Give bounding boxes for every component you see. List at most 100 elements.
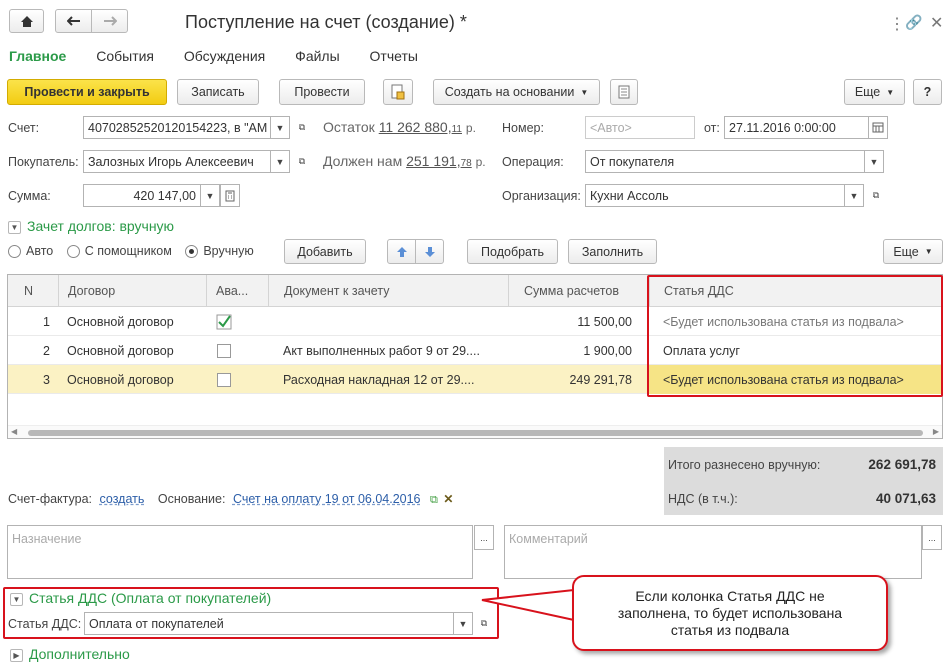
buyer-dropdown-button[interactable]: ▼ <box>270 150 290 173</box>
arrow-up-icon <box>396 246 407 257</box>
balance-value: 11 262 880,11 <box>378 119 462 135</box>
post-button[interactable]: Провести <box>279 79 365 105</box>
account-field[interactable]: 40702852520120154223, в "АМ <box>83 116 271 139</box>
tab-main[interactable]: Главное <box>9 48 66 64</box>
calendar-button[interactable] <box>868 116 888 139</box>
manual-total-value: 262 691,78 <box>868 457 936 472</box>
tab-files[interactable]: Файлы <box>295 48 339 64</box>
debt-value: 251 191,78 <box>406 153 472 169</box>
offset-section-header[interactable]: ▼ Зачет долгов: вручную <box>8 218 174 234</box>
cell-n: 3 <box>43 372 50 387</box>
comment-expand-button[interactable]: ... <box>922 525 942 550</box>
arrow-down-icon <box>424 246 435 257</box>
vat-value: 40 071,63 <box>875 491 936 506</box>
create-invoice-link[interactable]: создать <box>100 492 145 506</box>
org-field[interactable]: Кухни Ассоль <box>585 184 845 207</box>
forward-button[interactable] <box>91 9 128 33</box>
cell-advance[interactable] <box>217 365 257 394</box>
fill-button[interactable]: Заполнить <box>568 239 657 264</box>
tab-discussions[interactable]: Обсуждения <box>184 48 265 64</box>
link-icon[interactable]: 🔗 <box>905 14 922 31</box>
operation-dropdown-button[interactable]: ▼ <box>864 150 884 173</box>
operation-label: Операция: <box>502 155 564 169</box>
date-field[interactable]: 27.11.2016 0:00:00 <box>724 116 869 139</box>
radio-auto[interactable] <box>8 245 21 259</box>
balance-text: Остаток 11 262 880,11 р. <box>323 119 476 135</box>
cell-n: 1 <box>43 314 50 329</box>
date-label: от: <box>704 121 720 135</box>
buyer-label: Покупатель: <box>8 155 79 169</box>
tab-events[interactable]: События <box>96 48 154 64</box>
cell-advance[interactable] <box>216 307 256 336</box>
mode-manual[interactable]: Вручную <box>185 244 254 259</box>
account-label: Счет: <box>8 121 40 135</box>
mode-auto[interactable]: Авто <box>8 244 53 259</box>
help-button[interactable]: ? <box>913 79 942 105</box>
account-dropdown-button[interactable]: ▼ <box>270 116 290 139</box>
cell-document: Расходная накладная 12 от 29.... <box>283 372 475 387</box>
horizontal-scrollbar[interactable]: ◀ ▶ <box>8 425 942 438</box>
col-header-amount[interactable]: Сумма расчетов <box>508 275 649 307</box>
purpose-field[interactable]: Назначение <box>7 525 473 579</box>
org-open-button[interactable]: ⧉ <box>866 184 886 207</box>
additional-section-header[interactable]: ▶ Дополнительно <box>10 646 130 662</box>
col-header-advance[interactable]: Ава... <box>206 275 268 307</box>
more-button[interactable]: Еще ▼ <box>844 79 905 105</box>
account-open-button[interactable]: ⧉ <box>292 116 312 139</box>
select-basis-icon[interactable]: ⧉ <box>430 494 438 506</box>
tab-bar: Главное События Обсуждения Файлы Отчеты <box>9 48 444 64</box>
table-more-button[interactable]: Еще ▼ <box>883 239 943 264</box>
sum-field[interactable]: 420 147,00 <box>83 184 201 207</box>
cell-amount: 249 291,78 <box>569 372 632 387</box>
pick-button[interactable]: Подобрать <box>467 239 558 264</box>
sum-label: Сумма: <box>8 189 51 203</box>
manual-total-label: Итого разнесено вручную: <box>668 458 821 472</box>
cell-advance[interactable] <box>217 336 257 365</box>
move-up-button[interactable] <box>387 239 416 264</box>
scroll-right-icon[interactable]: ▶ <box>933 427 939 436</box>
advance-checkbox[interactable] <box>217 343 231 358</box>
col-header-document[interactable]: Документ к зачету <box>268 275 508 307</box>
back-button[interactable] <box>55 9 92 33</box>
buyer-field[interactable]: Залозных Игорь Алексеевич <box>83 150 271 173</box>
structure-button[interactable] <box>383 79 413 105</box>
cell-document: Акт выполненных работ 9 от 29.... <box>283 343 480 358</box>
post-and-close-button[interactable]: Провести и закрыть <box>7 79 167 105</box>
home-button[interactable] <box>9 9 44 33</box>
clear-basis-icon[interactable]: ✕ <box>443 492 453 506</box>
callout-pointer <box>481 589 575 621</box>
comment-field[interactable]: Комментарий <box>504 525 922 579</box>
purpose-expand-button[interactable]: ... <box>474 525 494 550</box>
save-button[interactable]: Записать <box>177 79 259 105</box>
number-label: Номер: <box>502 121 544 135</box>
close-icon[interactable]: ✕ <box>930 13 943 33</box>
scroll-left-icon[interactable]: ◀ <box>11 427 17 436</box>
buyer-open-button[interactable]: ⧉ <box>292 150 312 173</box>
menu-icon[interactable]: ⋮ <box>889 14 905 34</box>
debt-text: Должен нам 251 191,78 р. <box>323 153 486 169</box>
scrollbar-thumb[interactable] <box>28 430 923 436</box>
tab-reports[interactable]: Отчеты <box>370 48 418 64</box>
cell-contract: Основной договор <box>67 372 174 387</box>
dropdown-arrow-icon: ▼ <box>924 247 933 256</box>
basis-link[interactable]: Счет на оплату 19 от 06.04.2016 <box>233 492 421 506</box>
collapse-icon: ▼ <box>8 220 21 234</box>
create-based-on-button[interactable]: Создать на основании ▼ <box>433 79 600 105</box>
dropdown-arrow-icon: ▼ <box>886 87 895 97</box>
col-header-contract[interactable]: Договор <box>58 275 206 307</box>
invoice-row: Счет-фактура: создать Основание: Счет на… <box>8 492 454 506</box>
calculator-button[interactable] <box>220 184 240 207</box>
move-down-button[interactable] <box>415 239 444 264</box>
add-row-button[interactable]: Добавить <box>284 239 366 264</box>
number-field[interactable]: <Авто> <box>585 116 695 139</box>
arrow-right-icon <box>103 16 117 26</box>
operation-field[interactable]: От покупателя <box>585 150 865 173</box>
mode-assistant[interactable]: С помощником <box>66 244 172 259</box>
org-dropdown-button[interactable]: ▼ <box>844 184 864 207</box>
advance-checkbox[interactable] <box>217 372 231 387</box>
col-header-n[interactable]: N <box>8 275 58 307</box>
print-button[interactable] <box>610 79 638 105</box>
sum-dropdown-button[interactable]: ▼ <box>200 184 220 207</box>
radio-assistant[interactable] <box>66 245 80 259</box>
radio-manual[interactable] <box>185 245 199 259</box>
